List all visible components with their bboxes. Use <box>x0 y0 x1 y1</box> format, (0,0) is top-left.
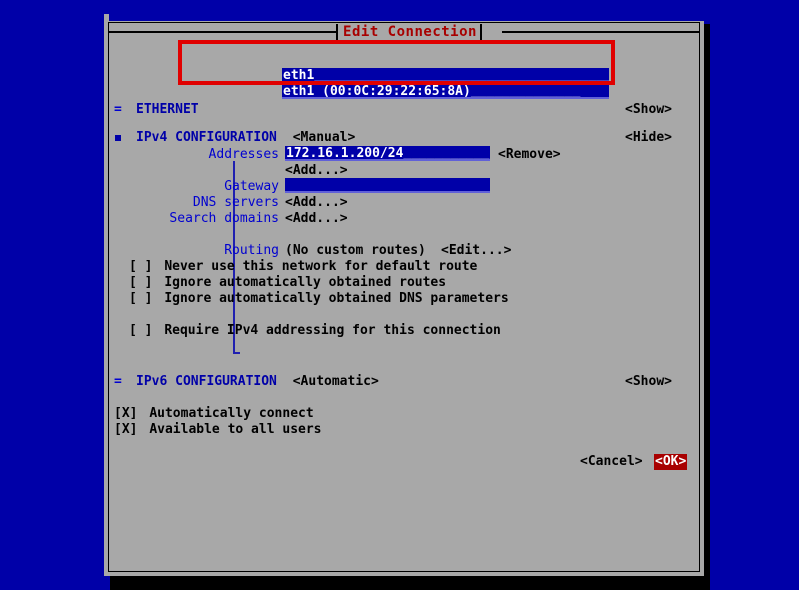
ethernet-section-marker[interactable]: = <box>114 102 122 117</box>
checkbox-label: Never use this network for default route <box>164 259 478 274</box>
section-ipv4[interactable]: IPv4 CONFIGURATION <Manual> <box>136 130 355 146</box>
ipv4-section-guide-foot <box>233 352 240 354</box>
search-domains-add-button[interactable]: <Add...> <box>285 211 348 227</box>
checkbox-automatically-connect[interactable]: [X] Automatically connect <box>114 406 314 422</box>
ipv4-section-title: IPv4 CONFIGURATION <box>136 130 277 145</box>
checkbox-label: Require IPv4 addressing for this connect… <box>164 323 501 338</box>
checkbox-label: Ignore automatically obtained DNS parame… <box>164 291 509 306</box>
dns-servers-add-button[interactable]: <Add...> <box>285 195 348 211</box>
checkbox-box: [ ] <box>129 275 153 290</box>
checkbox-available-to-all-users[interactable]: [X] Available to all users <box>114 422 322 438</box>
profile-name-filler: ______________________________________ <box>314 68 609 83</box>
routing-edit-button[interactable]: <Edit...> <box>441 243 511 259</box>
section-ethernet[interactable]: ETHERNET <box>136 102 199 118</box>
ipv4-mode-select[interactable]: <Manual> <box>293 130 356 145</box>
checkbox-box: [X] <box>114 422 138 437</box>
ethernet-show-toggle[interactable]: <Show> <box>625 102 672 117</box>
checkbox-never-default-route[interactable]: [ ] Never use this network for default r… <box>129 259 477 275</box>
addresses-value: 172.16.1.200/24 <box>286 146 404 161</box>
checkbox-label: Available to all users <box>149 422 322 437</box>
checkbox-box: [ ] <box>129 323 153 338</box>
addresses-add-button[interactable]: <Add...> <box>285 163 348 179</box>
ipv6-section-marker[interactable]: = <box>114 374 122 389</box>
ok-button-wrap[interactable]: <OK> <box>654 454 688 470</box>
addresses-label: Addresses <box>208 147 279 162</box>
routing-label-wrap: Routing <box>109 243 279 259</box>
search-domains-label-wrap: Search domains <box>109 211 279 227</box>
checkbox-require-ipv4[interactable]: [ ] Require IPv4 addressing for this con… <box>129 323 501 339</box>
cancel-button[interactable]: <Cancel> <box>580 454 643 470</box>
ipv6-section-title: IPv6 CONFIGURATION <box>136 374 277 389</box>
search-domains-label: Search domains <box>169 211 279 226</box>
ok-button[interactable]: <OK> <box>654 454 688 470</box>
routing-label: Routing <box>224 243 279 258</box>
addresses-filler: ___________ <box>403 146 490 161</box>
checkbox-box: [X] <box>114 406 138 421</box>
ethernet-section-title: ETHERNET <box>136 102 199 117</box>
device-value: eth1 (00:0C:29:22:65:8A) <box>283 84 471 99</box>
addresses-label-wrap: Addresses <box>109 147 279 163</box>
addresses-remove-button[interactable]: <Remove> <box>498 147 561 163</box>
ipv4-hide-toggle[interactable]: <Hide> <box>625 130 672 145</box>
checkbox-label: Automatically connect <box>149 406 314 421</box>
dialog-content: Profile name eth1_______________________… <box>109 22 695 562</box>
section-ipv6[interactable]: IPv6 CONFIGURATION <Automatic> <box>136 374 379 390</box>
device-filler: ______________ <box>470 84 581 99</box>
dialog-titlebar <box>104 14 704 21</box>
gateway-label: Gateway <box>224 179 279 194</box>
dns-servers-label: DNS servers <box>192 195 279 210</box>
checkbox-ignore-auto-dns[interactable]: [ ] Ignore automatically obtained DNS pa… <box>129 291 509 307</box>
checkbox-ignore-auto-routes[interactable]: [ ] Ignore automatically obtained routes <box>129 275 446 291</box>
gateway-label-wrap: Gateway <box>109 179 279 195</box>
routing-status: (No custom routes) <box>285 243 426 258</box>
checkbox-label: Ignore automatically obtained routes <box>164 275 447 290</box>
dns-servers-label-wrap: DNS servers <box>109 195 279 211</box>
profile-name-value: eth1 <box>283 68 315 83</box>
checkbox-box: [ ] <box>129 259 153 274</box>
device-input[interactable]: eth1 (00:0C:29:22:65:8A)______________ <box>282 84 609 104</box>
ipv6-show-toggle[interactable]: <Show> <box>625 374 672 389</box>
dialog-corner-notch <box>104 14 109 21</box>
ipv6-mode-select[interactable]: <Automatic> <box>293 374 379 389</box>
checkbox-box: [ ] <box>129 291 153 306</box>
ipv4-section-marker[interactable] <box>115 135 121 141</box>
